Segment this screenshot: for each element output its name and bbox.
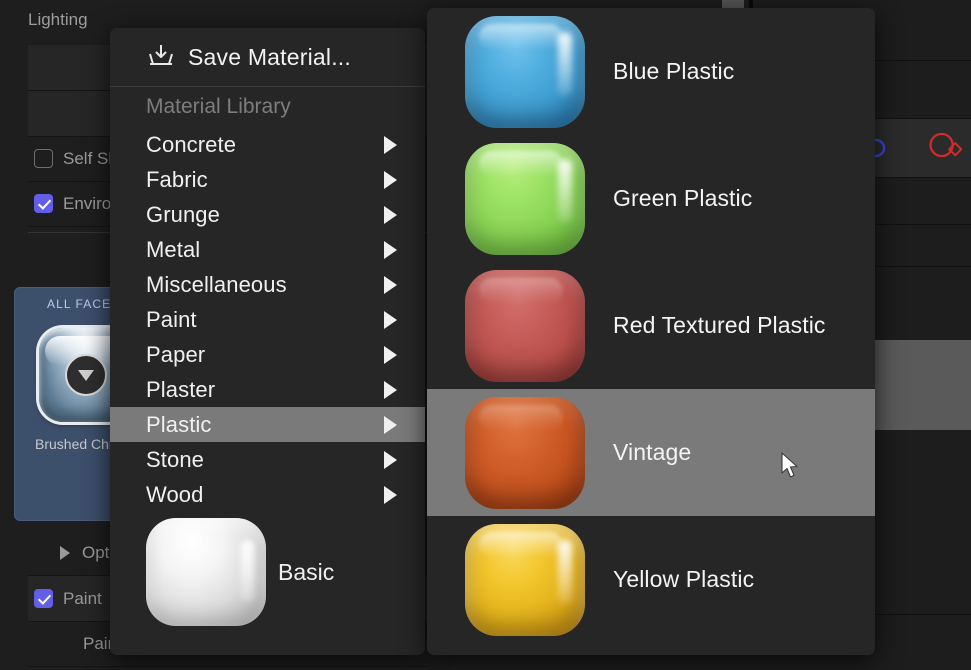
app-window: Lighting Lighting Intensity Self Shadows…: [0, 0, 971, 670]
menu-item-metal[interactable]: Metal: [110, 232, 425, 267]
menu-item-basic[interactable]: Basic: [110, 512, 425, 632]
material-library-header: Material Library: [110, 87, 425, 127]
plastic-submenu: Blue Plastic Green Plastic Red Textured …: [427, 8, 875, 655]
menu-item-miscellaneous-label: Miscellaneous: [110, 272, 287, 298]
swatch-highlight: [479, 532, 563, 558]
submenu-item-red-textured-plastic[interactable]: Red Textured Plastic: [427, 262, 875, 389]
menu-item-stone-label: Stone: [110, 447, 204, 473]
submenu-arrow-icon: [384, 171, 397, 189]
menu-item-paper[interactable]: Paper: [110, 337, 425, 372]
menu-item-wood-label: Wood: [110, 482, 203, 508]
submenu-item-yellow-plastic[interactable]: Yellow Plastic: [427, 516, 875, 643]
panel-title: Lighting: [28, 10, 88, 30]
submenu-item-blue-plastic[interactable]: Blue Plastic: [427, 8, 875, 135]
menu-item-concrete[interactable]: Concrete: [110, 127, 425, 162]
menu-item-plastic-label: Plastic: [110, 412, 212, 438]
menu-top-section: Save Material...: [110, 28, 425, 86]
save-material-menu-item[interactable]: Save Material...: [110, 28, 425, 86]
submenu-item-yellow-plastic-label: Yellow Plastic: [613, 566, 754, 593]
submenu-item-green-plastic-label: Green Plastic: [613, 185, 752, 212]
submenu-arrow-icon: [384, 451, 397, 469]
menu-item-concrete-label: Concrete: [110, 132, 236, 158]
material-context-menu: Save Material... Material Library Concre…: [110, 28, 425, 655]
menu-item-metal-label: Metal: [110, 237, 200, 263]
menu-item-miscellaneous[interactable]: Miscellaneous: [110, 267, 425, 302]
menu-item-plaster[interactable]: Plaster: [110, 372, 425, 407]
yellow-plastic-swatch: [465, 524, 585, 636]
menu-item-paint-label: Paint: [110, 307, 197, 333]
menu-item-fabric[interactable]: Fabric: [110, 162, 425, 197]
submenu-arrow-icon: [384, 241, 397, 259]
submenu-arrow-icon: [384, 486, 397, 504]
swatch-highlight: [479, 24, 563, 50]
white-glossy-swatch: [146, 518, 266, 626]
submenu-arrow-icon: [384, 276, 397, 294]
menu-item-grunge[interactable]: Grunge: [110, 197, 425, 232]
swatch-gloss: [558, 540, 572, 604]
submenu-arrow-icon: [384, 416, 397, 434]
vintage-swatch: [465, 397, 585, 509]
swatch-gloss: [558, 159, 572, 223]
row-paint-label: Paint: [63, 589, 102, 609]
disclosure-triangle-icon[interactable]: [60, 546, 70, 560]
submenu-item-vintage-label: Vintage: [613, 439, 691, 466]
keyframe-circle-red-icon[interactable]: [928, 130, 962, 160]
submenu-arrow-icon: [384, 381, 397, 399]
paint-checkbox[interactable]: [34, 589, 53, 608]
red-textured-plastic-swatch: [465, 270, 585, 382]
menu-item-stone[interactable]: Stone: [110, 442, 425, 477]
submenu-item-red-textured-plastic-label: Red Textured Plastic: [613, 312, 826, 339]
menu-item-plaster-label: Plaster: [110, 377, 215, 403]
environment-checkbox[interactable]: [34, 194, 53, 213]
swatch-highlight: [479, 278, 563, 304]
submenu-item-vintage[interactable]: Vintage: [427, 389, 875, 516]
blue-plastic-swatch: [465, 16, 585, 128]
submenu-item-green-plastic[interactable]: Green Plastic: [427, 135, 875, 262]
menu-item-basic-label: Basic: [278, 559, 334, 586]
swatch-highlight: [479, 405, 563, 431]
menu-item-paint[interactable]: Paint: [110, 302, 425, 337]
menu-item-plastic[interactable]: Plastic: [110, 407, 425, 442]
green-plastic-swatch: [465, 143, 585, 255]
swatch-highlight: [479, 151, 563, 177]
swatch-gloss: [558, 32, 572, 96]
save-material-label: Save Material...: [188, 44, 351, 71]
menu-item-grunge-label: Grunge: [110, 202, 220, 228]
menu-item-wood[interactable]: Wood: [110, 477, 425, 512]
triangle-down-icon[interactable]: [65, 354, 107, 396]
menu-item-fabric-label: Fabric: [110, 167, 208, 193]
submenu-arrow-icon: [384, 136, 397, 154]
submenu-arrow-icon: [384, 346, 397, 364]
self-shadows-checkbox[interactable]: [34, 149, 53, 168]
save-tray-down-icon: [146, 42, 176, 72]
submenu-item-blue-plastic-label: Blue Plastic: [613, 58, 734, 85]
submenu-arrow-icon: [384, 311, 397, 329]
menu-item-paper-label: Paper: [110, 342, 205, 368]
submenu-arrow-icon: [384, 206, 397, 224]
